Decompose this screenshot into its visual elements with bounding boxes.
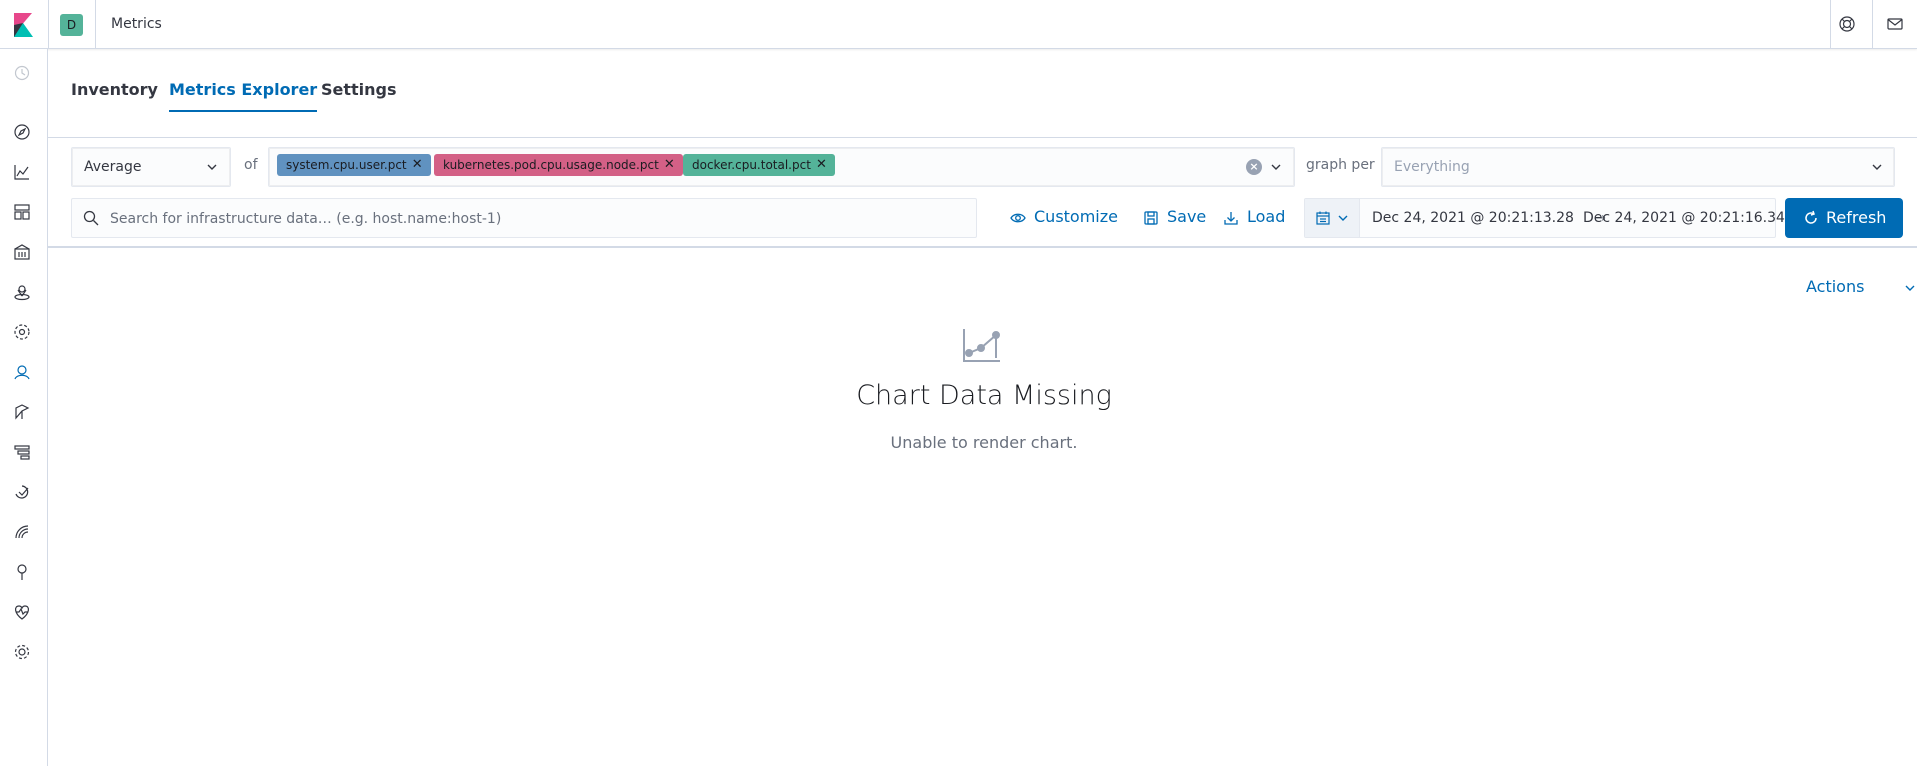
search-input[interactable]	[110, 208, 960, 230]
space-avatar[interactable]: D	[60, 14, 83, 36]
graph-per-label: graph per	[1306, 157, 1375, 173]
tab-metrics-explorer[interactable]: Metrics Explorer	[169, 80, 318, 112]
empty-state-body: Unable to render chart.	[890, 433, 1078, 452]
tabs-divider	[48, 137, 1917, 138]
top-header: D Metrics	[0, 0, 1917, 49]
header-divider	[1872, 0, 1873, 49]
aggregation-select[interactable]: Average	[71, 147, 231, 187]
metric-pill-system-cpu: system.cpu.user.pct ✕	[277, 154, 431, 176]
chevron-down-icon	[207, 164, 217, 170]
calendar-icon	[1316, 211, 1330, 225]
load-button[interactable]: Load	[1223, 207, 1287, 229]
dashboard-icon[interactable]	[12, 202, 32, 222]
save-button[interactable]: Save	[1143, 207, 1207, 229]
header-divider	[95, 0, 96, 49]
logs-icon[interactable]	[12, 402, 32, 422]
date-start[interactable]: Dec 24, 2021 @ 20:21:13.28	[1372, 210, 1574, 226]
empty-state-title: Chart Data Missing	[856, 380, 1112, 411]
date-end[interactable]: Dec 24, 2021 @ 20:21:16.34	[1583, 210, 1785, 226]
header-divider	[48, 0, 49, 49]
metrics-explorer-page: D Metrics Inventory Metrics Explorer Set…	[0, 0, 1917, 766]
graph-per-placeholder: Everything	[1394, 159, 1470, 175]
discover-icon[interactable]	[12, 122, 32, 142]
metric-pill-label: system.cpu.user.pct	[286, 158, 407, 172]
refresh-icon	[1805, 210, 1817, 224]
siem-icon[interactable]	[12, 522, 32, 542]
graph-per-select[interactable]: Everything	[1381, 147, 1895, 187]
actions-label: Actions	[1806, 277, 1865, 296]
maps-icon[interactable]	[12, 282, 32, 302]
recently-viewed-icon[interactable]	[12, 63, 32, 83]
tab-settings[interactable]: Settings	[321, 80, 397, 99]
header-divider	[1830, 0, 1831, 49]
help-icon[interactable]	[1838, 15, 1856, 33]
customize-label: Customize	[1034, 207, 1118, 226]
metric-pill-label: kubernetes.pod.cpu.usage.node.pct	[443, 158, 659, 172]
visualize-icon[interactable]	[12, 162, 32, 182]
mail-icon[interactable]	[1886, 15, 1904, 33]
load-label: Load	[1247, 207, 1286, 226]
download-icon	[1224, 212, 1238, 225]
chevron-down-icon	[1338, 215, 1348, 221]
clear-icon[interactable]: ×	[1246, 159, 1262, 175]
remove-pill-icon[interactable]: ✕	[816, 154, 827, 176]
search-icon	[83, 210, 99, 226]
metric-pill-label: docker.cpu.total.pct	[692, 158, 811, 172]
search-bar	[71, 198, 977, 238]
kibana-logo-icon[interactable]	[11, 13, 35, 37]
refresh-button[interactable]: Refresh	[1785, 198, 1903, 238]
save-label: Save	[1167, 207, 1207, 226]
date-picker: Dec 24, 2021 @ 20:21:13.28 → Dec 24, 202…	[1304, 198, 1785, 238]
metrics-combobox[interactable]: system.cpu.user.pct ✕ kubernetes.pod.cpu…	[268, 147, 1295, 187]
apm-icon[interactable]	[12, 442, 32, 462]
metric-pill-docker-cpu: docker.cpu.total.pct ✕	[683, 154, 835, 176]
canvas-icon[interactable]	[12, 242, 32, 262]
chevron-down-icon[interactable]	[1270, 161, 1282, 173]
content-divider	[48, 246, 1917, 248]
of-label: of	[244, 157, 258, 173]
management-gear-icon[interactable]	[12, 642, 32, 662]
remove-pill-icon[interactable]: ✕	[412, 154, 423, 176]
save-icon	[1144, 211, 1158, 225]
actions-button[interactable]: Actions	[1806, 277, 1915, 296]
monitoring-icon[interactable]	[12, 602, 32, 622]
metric-pill-kubernetes-cpu: kubernetes.pod.cpu.usage.node.pct ✕	[434, 154, 683, 176]
chevron-down-icon	[1872, 164, 1882, 170]
chevron-down-icon	[1905, 285, 1915, 291]
metrics-icon[interactable]	[12, 362, 32, 382]
app-title: Metrics	[111, 16, 162, 32]
quick-select-button[interactable]	[1305, 199, 1360, 237]
eye-icon	[1010, 213, 1026, 223]
customize-button[interactable]: Customize	[1010, 207, 1118, 229]
side-nav	[0, 49, 48, 766]
ml-icon[interactable]	[12, 322, 32, 342]
aggregation-value: Average	[84, 159, 142, 175]
chart-line-icon	[963, 329, 1000, 362]
uptime-icon[interactable]	[12, 482, 32, 502]
remove-pill-icon[interactable]: ✕	[664, 154, 675, 176]
tab-inventory[interactable]: Inventory	[71, 80, 158, 99]
refresh-label: Refresh	[1826, 208, 1887, 227]
dev-tools-icon[interactable]	[12, 562, 32, 582]
